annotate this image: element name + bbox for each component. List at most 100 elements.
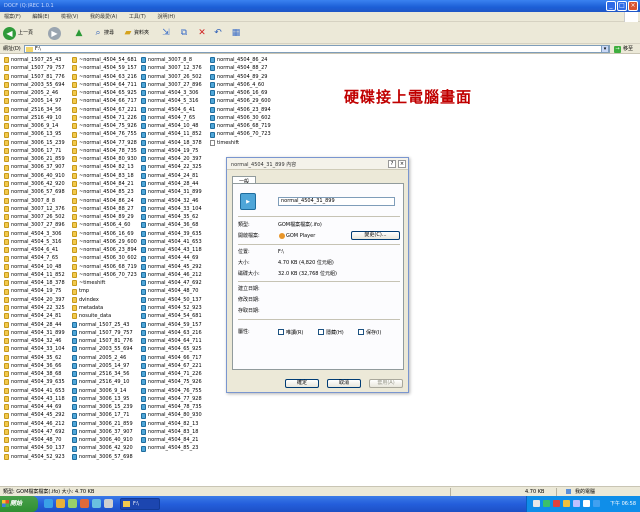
tray-icon[interactable] (553, 500, 560, 507)
file-item[interactable]: ~normal_4504_64_711 (72, 81, 142, 89)
file-item[interactable]: normal_4506_68_719 (210, 122, 280, 130)
file-item[interactable]: normal_4504_39_635 (4, 378, 74, 386)
file-item[interactable]: ~normal_4506_23_894 (72, 246, 142, 254)
file-item[interactable]: normal_4504_85_23 (141, 444, 211, 452)
file-item[interactable]: normal_4504_47_692 (141, 279, 211, 287)
file-item[interactable]: ~timeshift (72, 279, 142, 287)
file-item[interactable]: normal_4504_43_118 (4, 395, 74, 403)
address-input[interactable]: F:\ (24, 45, 610, 53)
filename-input[interactable]: normal_4504_31_899 (278, 197, 395, 206)
tray-icon[interactable] (573, 500, 580, 507)
file-item[interactable]: normal_4504_6_41 (4, 246, 74, 254)
file-item[interactable]: normal_4504_10_48 (4, 263, 74, 271)
file-item[interactable]: normal_4504_31_899 (4, 329, 74, 337)
file-item[interactable]: normal_4504_44_69 (4, 403, 74, 411)
file-item[interactable]: normal_3006_13_95 (72, 395, 142, 403)
file-item[interactable]: normal_4504_35_62 (4, 354, 74, 362)
file-item[interactable]: ~normal_4504_84_21 (72, 180, 142, 188)
quicklaunch-icon[interactable] (80, 499, 89, 508)
file-item[interactable]: normal_4504_46_212 (4, 420, 74, 428)
file-item[interactable]: normal_4504_44_69 (141, 254, 211, 262)
file-item[interactable]: normal_4504_59_157 (141, 321, 211, 329)
file-item[interactable]: normal_4504_78_735 (141, 403, 211, 411)
file-item[interactable]: normal_4504_5_316 (141, 97, 211, 105)
folders-button[interactable]: ▰ 資料夾 (122, 26, 149, 40)
file-item[interactable]: normal_4504_3_306 (4, 230, 74, 238)
file-item[interactable]: normal_3007_12_376 (4, 205, 74, 213)
file-item[interactable]: ~normal_4504_83_18 (72, 172, 142, 180)
desktop-icon[interactable] (68, 499, 77, 508)
file-item[interactable]: ~normal_4504_78_735 (72, 147, 142, 155)
file-item[interactable]: normal_3007_8_8 (4, 197, 74, 205)
up-folder-button[interactable]: ▲ (73, 26, 85, 40)
file-item[interactable]: normal_2516_34_56 (4, 106, 74, 114)
file-item[interactable]: normal_4504_45_292 (141, 263, 211, 271)
menu-help[interactable]: 說明(H) (157, 12, 175, 22)
file-item[interactable]: normal_4504_35_62 (141, 213, 211, 221)
file-item[interactable]: timeshift (210, 139, 280, 147)
file-item[interactable]: normal_4504_65_925 (141, 345, 211, 353)
file-item[interactable]: normal_3006_15_239 (4, 139, 74, 147)
file-item[interactable]: ~normal_4504_65_925 (72, 89, 142, 97)
file-item[interactable]: ~normal_4504_66_717 (72, 97, 142, 105)
file-item[interactable]: normal_4504_18_378 (141, 139, 211, 147)
file-item[interactable]: normal_2005_2_46 (4, 89, 74, 97)
file-item[interactable]: normal_4504_7_65 (141, 114, 211, 122)
file-item[interactable]: normal_4504_84_21 (141, 436, 211, 444)
file-item[interactable]: normal_4504_36_66 (4, 362, 74, 370)
file-item[interactable]: normal_2516_49_10 (4, 114, 74, 122)
file-item[interactable]: normal_4504_28_44 (4, 321, 74, 329)
file-item[interactable]: normal_4504_32_46 (141, 197, 211, 205)
file-item[interactable]: normal_3006_15_239 (72, 403, 142, 411)
file-item[interactable]: ~normal_4504_88_27 (72, 205, 142, 213)
file-item[interactable]: normal_4504_47_692 (4, 428, 74, 436)
file-item[interactable]: normal_4504_10_48 (141, 122, 211, 130)
file-item[interactable]: normal_4504_11_852 (141, 130, 211, 138)
menu-favorites[interactable]: 我的最愛(A) (90, 12, 117, 22)
file-item[interactable]: ~normal_4504_76_755 (72, 130, 142, 138)
file-item[interactable]: normal_4504_80_930 (141, 411, 211, 419)
quicklaunch-icon[interactable] (92, 499, 101, 508)
file-item[interactable]: normal_4504_22_325 (4, 304, 74, 312)
file-item[interactable]: normal_3006_17_71 (4, 147, 74, 155)
file-item[interactable]: normal_3006_40_910 (72, 436, 142, 444)
file-item[interactable]: tmp (72, 287, 142, 295)
file-item[interactable]: normal_1507_81_776 (72, 337, 142, 345)
file-item[interactable]: dvindex (72, 296, 142, 304)
file-item[interactable]: normal_3006_37_907 (72, 428, 142, 436)
file-item[interactable]: normal_4504_54_681 (141, 312, 211, 320)
file-item[interactable]: normal_4504_32_46 (4, 337, 74, 345)
archive-checkbox[interactable]: 保存(I) (358, 328, 381, 336)
file-item[interactable]: ~normal_4504_54_681 (72, 56, 142, 64)
file-item[interactable]: normal_4504_22_325 (141, 163, 211, 171)
file-item[interactable]: normal_4504_11_852 (4, 271, 74, 279)
search-button[interactable]: ⌕ 搜尋 (92, 26, 114, 40)
file-item[interactable]: normal_4504_33_104 (4, 345, 74, 353)
file-item[interactable]: normal_3006_21_859 (4, 155, 74, 163)
file-item[interactable]: ~normal_4506_68_719 (72, 263, 142, 271)
file-item[interactable]: normal_4504_77_928 (141, 395, 211, 403)
file-item[interactable]: normal_4506_16_69 (210, 89, 280, 97)
file-item[interactable]: normal_4504_46_212 (141, 271, 211, 279)
file-item[interactable]: normal_4504_50_137 (141, 296, 211, 304)
media-player-icon[interactable] (56, 499, 65, 508)
file-item[interactable]: normal_3006_37_907 (4, 163, 74, 171)
file-item[interactable]: normal_4504_45_292 (4, 411, 74, 419)
menu-view[interactable]: 檢視(V) (61, 12, 78, 22)
file-item[interactable]: normal_4506_30_602 (210, 114, 280, 122)
file-item[interactable]: normal_4504_89_29 (210, 73, 280, 81)
file-item[interactable]: ~normal_4506_4_60 (72, 221, 142, 229)
menu-edit[interactable]: 編輯(E) (32, 12, 49, 22)
file-item[interactable]: normal_3006_17_71 (72, 411, 142, 419)
file-item[interactable]: normal_4504_52_923 (4, 453, 74, 461)
file-item[interactable]: normal_4504_19_75 (141, 147, 211, 155)
file-item[interactable]: normal_4504_18_378 (4, 279, 74, 287)
ok-button[interactable]: 確定 (285, 379, 319, 388)
file-item[interactable]: normal_3007_27_896 (4, 221, 74, 229)
file-item[interactable]: normal_2003_55_694 (4, 81, 74, 89)
file-item[interactable]: normal_3007_8_8 (141, 56, 211, 64)
dialog-close-button[interactable]: × (398, 160, 406, 168)
close-button[interactable]: × (628, 1, 638, 11)
file-item[interactable]: ~normal_4506_29_600 (72, 238, 142, 246)
file-item[interactable]: normal_4504_33_104 (141, 205, 211, 213)
